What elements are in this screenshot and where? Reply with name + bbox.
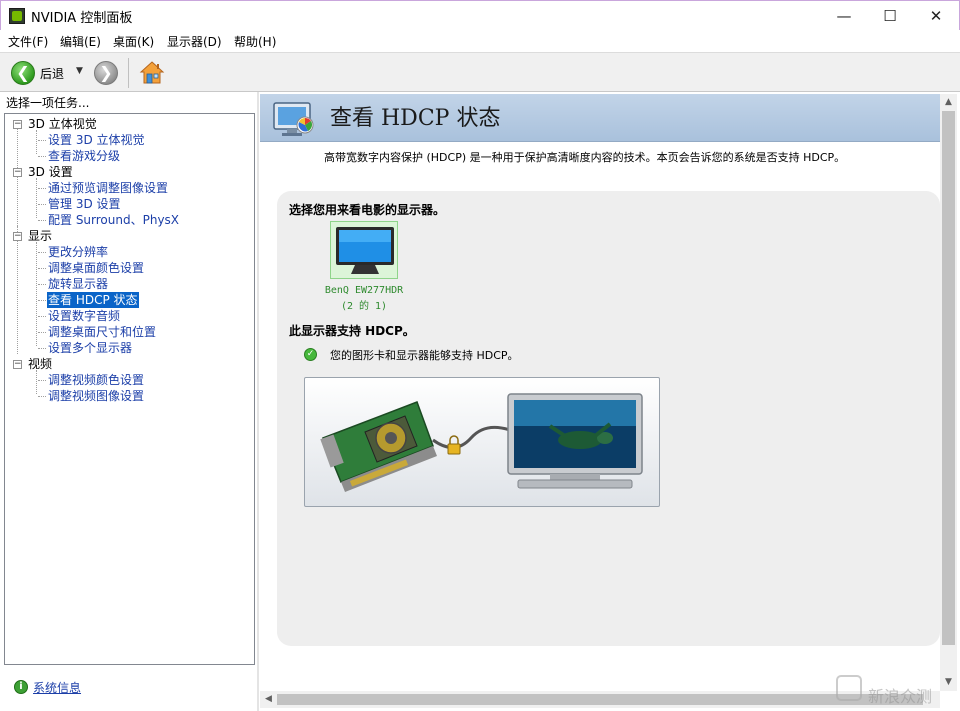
tree-guide [38,204,46,205]
tree-item-label[interactable]: 设置多个显示器 [47,340,133,356]
tree-item-label[interactable]: 旋转显示器 [47,276,109,292]
vertical-scrollbar[interactable]: ▲ ▼ [940,94,957,691]
check-icon: ✓ [304,348,317,361]
minimize-button[interactable]: — [821,1,867,31]
tree-category-display[interactable]: − 显示 [5,228,245,244]
tree-guide [38,140,46,141]
page-title: 查看 HDCP 状态 [330,106,501,131]
tree-item-label[interactable]: 查看游戏分级 [47,148,121,164]
tree-guide [38,300,46,301]
watermark-logo-icon [836,675,862,701]
task-tree: − 3D 立体视觉 设置 3D 立体视觉 查看游戏分级 − 3D 设置 通过预览… [4,113,255,665]
toolbar: ❮ 后退 ▼ ❯ [0,52,960,92]
tree-item-label-selected[interactable]: 查看 HDCP 状态 [47,292,139,308]
tree-item-label[interactable]: 管理 3D 设置 [47,196,122,212]
page-description: 高带宽数字内容保护 (HDCP) 是一种用于保护高清晰度内容的技术。本页会告诉您… [324,151,846,164]
tree-guide [38,316,46,317]
collapse-icon[interactable]: − [13,168,22,177]
tree-item-label[interactable]: 通过预览调整图像设置 [47,180,169,196]
menu-edit[interactable]: 编辑(E) [60,33,101,50]
tree-category-label: 3D 立体视觉 [28,117,97,131]
menu-desktop[interactable]: 桌面(K) [113,33,154,50]
vertical-scroll-thumb[interactable] [942,111,955,645]
tree-guide [38,156,46,157]
menu-bar: 文件(F) 编辑(E) 桌面(K) 显示器(D) 帮助(H) [0,30,960,52]
tree-guide [38,188,46,189]
home-icon[interactable] [139,60,165,86]
monitor-name[interactable]: BenQ EW277HDR [317,285,411,297]
horizontal-scroll-thumb[interactable] [277,694,923,705]
back-button-label[interactable]: 后退 [40,65,64,82]
hdcp-display-icon [273,102,314,136]
toolbar-separator [128,58,129,88]
system-info-icon[interactable]: i [14,680,28,694]
menu-file[interactable]: 文件(F) [8,33,48,50]
hdcp-support-heading: 此显示器支持 HDCP。 [289,324,415,338]
collapse-icon[interactable]: − [13,232,22,241]
monitor-icon [336,227,394,274]
tree-guide [38,396,46,397]
menu-help[interactable]: 帮助(H) [234,33,276,50]
tree-category-label: 3D 设置 [28,165,73,179]
scroll-down-icon[interactable]: ▼ [940,674,957,691]
tree-item-label[interactable]: 调整桌面尺寸和位置 [47,324,157,340]
tree-guide [38,268,46,269]
tree-guide [38,252,46,253]
tree-guide [38,380,46,381]
close-button[interactable]: ✕ [913,1,959,31]
tree-item-label[interactable]: 设置 3D 立体视觉 [47,132,146,148]
monitor-index: (2 的 1) [340,301,388,312]
tree-category-3d-settings[interactable]: − 3D 设置 [5,164,245,180]
tree-guide [38,220,46,221]
tree-item-label[interactable]: 调整桌面颜色设置 [47,260,145,276]
tree-item-label[interactable]: 配置 Surround、PhysX [47,212,180,228]
scroll-up-icon[interactable]: ▲ [940,94,957,111]
tree-item-label[interactable]: 调整视频颜色设置 [47,372,145,388]
collapse-icon[interactable]: − [13,360,22,369]
forward-arrow-icon[interactable]: ❯ [94,61,118,85]
monitor-selector[interactable] [330,221,398,279]
content-pane: 查看 HDCP 状态 高带宽数字内容保护 (HDCP) 是一种用于保护高清晰度内… [260,94,940,691]
tree-item-label[interactable]: 设置数字音频 [47,308,121,324]
watermark-text: 新浪众测 [868,687,933,706]
hdcp-illustration [304,377,660,507]
nvidia-app-icon [9,8,25,24]
scroll-left-icon[interactable]: ◀ [260,691,277,708]
task-pane-header: 选择一项任务... [6,96,90,110]
system-info-link[interactable]: 系统信息 [33,679,81,696]
title-bar: NVIDIA 控制面板 — ☐ ✕ [0,0,960,30]
back-history-dropdown-icon[interactable]: ▼ [76,66,83,76]
graphics-card-and-tv-image [320,393,643,492]
select-display-label: 选择您用来看电影的显示器。 [289,203,446,217]
tree-category-label: 显示 [28,229,53,243]
pane-splitter[interactable] [257,92,259,711]
tree-guide [38,332,46,333]
page-header-band: 查看 HDCP 状态 [260,94,940,142]
maximize-button[interactable]: ☐ [867,1,913,31]
tree-item-label[interactable]: 调整视频图像设置 [47,388,145,404]
tree-category-3d-stereo[interactable]: − 3D 立体视觉 [5,116,245,132]
collapse-icon[interactable]: − [13,120,22,129]
tree-category-label: 视频 [28,357,53,371]
hdcp-panel: 选择您用来看电影的显示器。 BenQ EW277HDR (2 的 1) 此显示器… [277,191,940,646]
back-arrow-icon[interactable]: ❮ [11,61,35,85]
tree-category-video[interactable]: − 视频 [5,356,245,372]
window-title: NVIDIA 控制面板 [31,11,133,26]
tree-item-label[interactable]: 更改分辨率 [47,244,109,260]
tree-guide [38,348,46,349]
tree-guide [38,284,46,285]
menu-display[interactable]: 显示器(D) [167,33,222,50]
hdcp-support-status: 您的图形卡和显示器能够支持 HDCP。 [330,349,519,362]
